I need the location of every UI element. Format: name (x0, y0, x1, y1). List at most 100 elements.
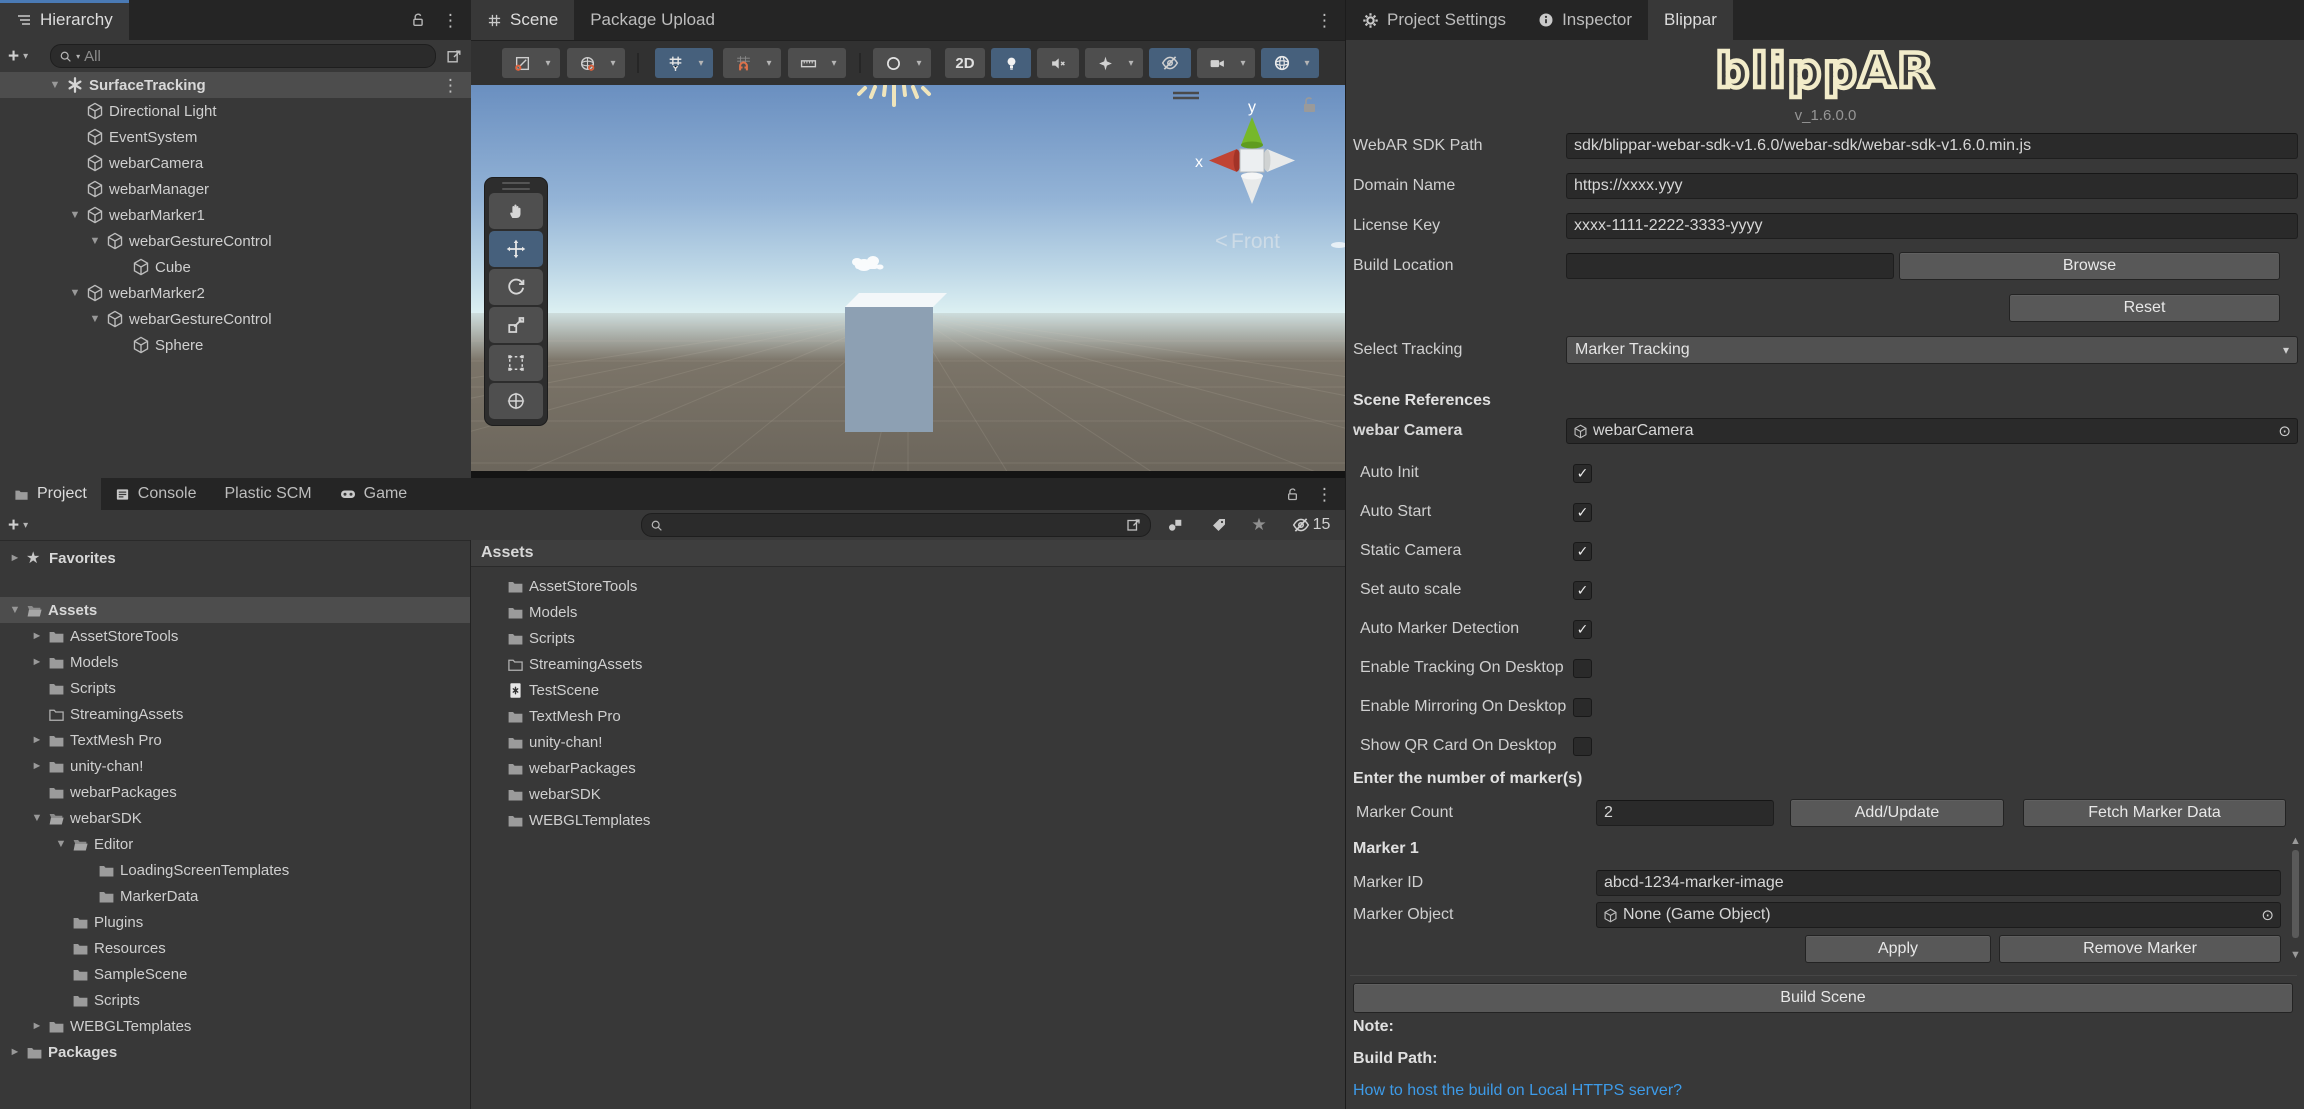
cube-object[interactable] (845, 293, 947, 432)
front-view-label[interactable]: < Front (1215, 228, 1280, 253)
tree-row[interactable]: ▼ webarMarker2 (0, 280, 471, 306)
list-item[interactable]: Scripts (471, 625, 1345, 651)
tree-row-assets[interactable]: ▼ Assets (0, 597, 470, 623)
tree-row[interactable]: ► TextMesh Pro (0, 727, 470, 753)
scene-lighting-button[interactable] (991, 48, 1031, 78)
static-camera-checkbox[interactable]: ✓ (1573, 541, 1592, 561)
audio-mute-button[interactable] (1037, 48, 1079, 78)
draw-mode-button[interactable]: ▾ (873, 48, 931, 78)
tree-row[interactable]: Plugins (0, 909, 470, 935)
tree-row[interactable]: Directional Light (0, 98, 471, 124)
domain-field[interactable]: https://xxxx.yyy (1566, 173, 2298, 199)
tree-row-scene[interactable]: ▼ SurfaceTracking ⋮ (0, 72, 471, 98)
apply-button[interactable]: Apply (1805, 935, 1991, 963)
caret-expanded-icon[interactable]: ▼ (26, 812, 48, 824)
sdk-path-field[interactable]: sdk/blippar-webar-sdk-v1.6.0/webar-sdk/w… (1566, 133, 2298, 159)
rect-tool-button[interactable] (489, 345, 543, 381)
fetch-marker-data-button[interactable]: Fetch Marker Data (2023, 799, 2286, 827)
tool-handle-rotation-button[interactable]: ▾ (567, 48, 625, 78)
reset-button[interactable]: Reset (2009, 294, 2280, 322)
caret-expanded-icon[interactable]: ▼ (50, 838, 72, 850)
kebab-menu-icon[interactable]: ⋮ (1316, 12, 1333, 29)
measure-button[interactable]: ▾ (788, 48, 846, 78)
tree-row[interactable]: EventSystem (0, 124, 471, 150)
caret-expanded-icon[interactable]: ▼ (84, 313, 106, 325)
tree-row[interactable]: SampleScene (0, 961, 470, 987)
create-asset-button[interactable]: + (8, 516, 19, 535)
list-item[interactable]: webarSDK (471, 781, 1345, 807)
tree-row[interactable]: Cube (0, 254, 471, 280)
effects-button[interactable]: ▾ (1085, 48, 1143, 78)
caret-collapsed-icon[interactable]: ► (4, 552, 26, 564)
caret-expanded-icon[interactable]: ▼ (44, 79, 66, 91)
tree-row[interactable]: ► unity-chan! (0, 753, 470, 779)
tree-row[interactable]: StreamingAssets (0, 701, 470, 727)
favorites-filter-button[interactable]: ★ (1242, 514, 1276, 536)
show-qr-card-desktop-checkbox[interactable] (1573, 736, 1592, 756)
tracking-type-dropdown[interactable]: Marker Tracking ▾ (1566, 336, 2298, 364)
caret-collapsed-icon[interactable]: ► (26, 1020, 48, 1032)
dock-drag-handle[interactable] (488, 181, 544, 191)
tree-row[interactable]: Sphere (0, 332, 471, 358)
object-picker-icon[interactable]: ⊙ (2261, 906, 2274, 924)
tree-row[interactable]: ▼ webarSDK (0, 805, 470, 831)
list-item[interactable]: webarPackages (471, 755, 1345, 781)
marker-object-field[interactable]: None (Game Object) ⊙ (1596, 902, 2281, 928)
list-item[interactable]: Models (471, 599, 1345, 625)
kebab-menu-icon[interactable]: ⋮ (1316, 486, 1333, 503)
tab-inspector[interactable]: Inspector (1522, 0, 1648, 40)
caret-collapsed-icon[interactable]: ► (26, 734, 48, 746)
auto-start-checkbox[interactable]: ✓ (1573, 502, 1592, 522)
caret-collapsed-icon[interactable]: ► (26, 630, 48, 642)
tree-row[interactable]: Scripts (0, 675, 470, 701)
tab-package-upload[interactable]: Package Upload (574, 0, 731, 40)
tree-row[interactable]: Scripts (0, 987, 470, 1013)
tree-row[interactable]: webarPackages (0, 779, 470, 805)
list-item[interactable]: StreamingAssets (471, 651, 1345, 677)
press-to-pick-icon[interactable] (1126, 517, 1142, 533)
list-item[interactable]: TestScene (471, 677, 1345, 703)
scale-tool-button[interactable] (489, 307, 543, 343)
create-dropdown-icon[interactable]: ▾ (23, 520, 28, 531)
tool-handle-pivot-button[interactable]: ▾ (502, 48, 560, 78)
caret-expanded-icon[interactable]: ▼ (64, 287, 86, 299)
scrollbar-up-icon[interactable]: ▲ (2290, 836, 2301, 847)
tab-game[interactable]: Game (326, 478, 422, 510)
tab-blippar[interactable]: Blippar (1648, 0, 1733, 40)
create-button[interactable]: + (8, 47, 19, 66)
view-hand-tool-button[interactable] (489, 193, 543, 229)
grid-snapping-button[interactable]: ▾ (655, 48, 713, 78)
marker-id-field[interactable]: abcd-1234-marker-image (1596, 870, 2281, 896)
2d-view-button[interactable]: 2D (945, 48, 985, 78)
tab-plastic-scm[interactable]: Plastic SCM (211, 478, 326, 510)
build-location-field[interactable] (1566, 253, 1894, 279)
camera-settings-button[interactable]: ▾ (1197, 48, 1255, 78)
remove-marker-button[interactable]: Remove Marker (1999, 935, 2281, 963)
caret-collapsed-icon[interactable]: ► (26, 656, 48, 668)
build-scene-button[interactable]: Build Scene (1353, 983, 2293, 1013)
move-tool-button[interactable] (489, 231, 543, 267)
scene-visibility-button[interactable] (1149, 48, 1191, 78)
https-help-link[interactable]: How to host the build on Local HTTPS ser… (1353, 1082, 1682, 1100)
search-by-label-button[interactable] (1202, 514, 1236, 536)
list-item[interactable]: TextMesh Pro (471, 703, 1345, 729)
gizmos-button[interactable]: ▾ (1261, 48, 1319, 78)
tab-console[interactable]: Console (101, 478, 211, 510)
list-item[interactable]: AssetStoreTools (471, 573, 1345, 599)
hidden-count-button[interactable]: 15 (1283, 514, 1339, 536)
tree-row[interactable]: ▼ webarGestureControl (0, 306, 471, 332)
favorites-row[interactable]: ► ★ Favorites (0, 545, 470, 571)
set-auto-scale-checkbox[interactable]: ✓ (1573, 580, 1592, 600)
tree-row[interactable]: MarkerData (0, 883, 470, 909)
rotate-tool-button[interactable] (489, 269, 543, 305)
hierarchy-search-input[interactable]: ▾ All (50, 44, 436, 68)
object-picker-icon[interactable]: ⊙ (2278, 422, 2291, 440)
kebab-menu-icon[interactable]: ⋮ (442, 12, 459, 29)
scrollbar-thumb[interactable] (2292, 850, 2299, 938)
license-field[interactable]: xxxx-1111-2222-3333-yyyy (1566, 213, 2298, 239)
tree-row[interactable]: ▼ webarGestureControl (0, 228, 471, 254)
search-by-type-button[interactable] (1158, 514, 1192, 536)
tab-scene[interactable]: Scene (471, 0, 575, 40)
tree-row[interactable]: ▼ webarMarker1 (0, 202, 471, 228)
browse-button[interactable]: Browse (1899, 252, 2280, 280)
